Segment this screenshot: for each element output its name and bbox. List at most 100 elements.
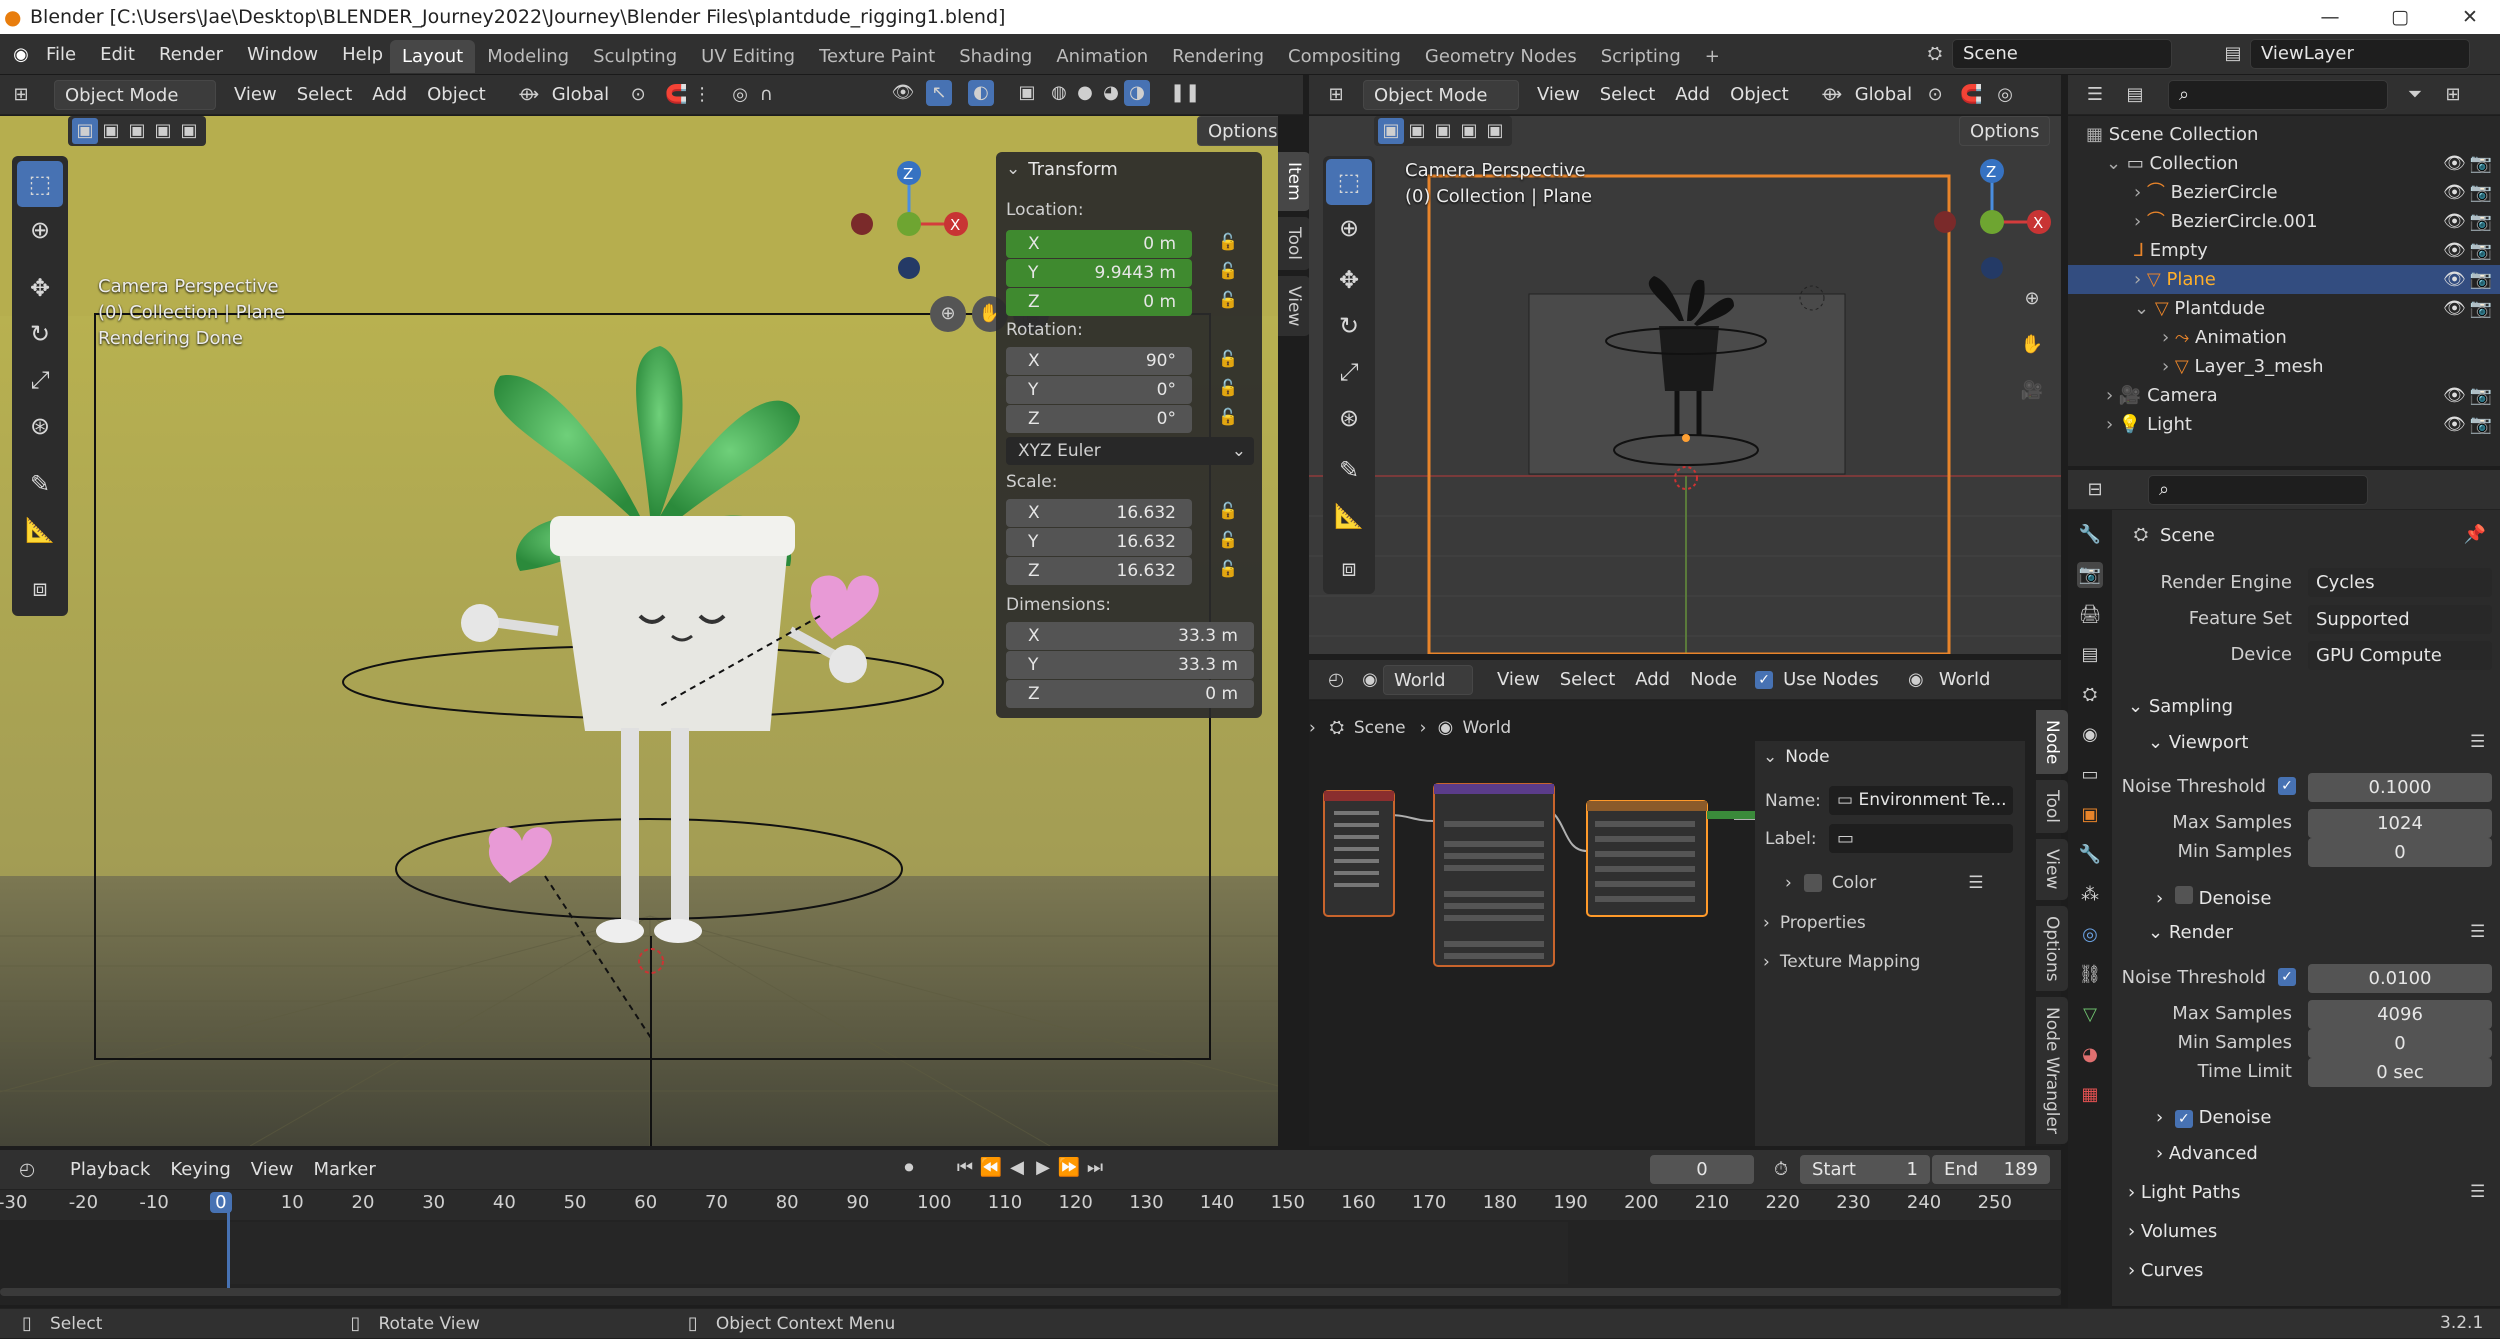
select-invert-icon[interactable]: ▣ — [150, 118, 176, 144]
render-max-samples-field[interactable]: 4096 — [2308, 1000, 2492, 1029]
render-subpanel[interactable]: ⌄ Render — [2148, 922, 2233, 943]
dimensions-x-field[interactable]: X 33.3 m — [1006, 622, 1254, 650]
scale-z-field[interactable]: Z 16.632 — [1006, 557, 1192, 585]
location-z-field[interactable]: Z0 m — [1006, 288, 1192, 316]
menu-edit[interactable]: Edit — [88, 34, 147, 75]
editor-type-icon[interactable]: ⊞ — [1323, 82, 1349, 108]
add-cube-tool-icon[interactable]: ⧈ — [17, 565, 63, 611]
scale-tool-icon[interactable]: ⤢ — [17, 357, 63, 403]
render-denoise-subpanel[interactable]: › ✓ Denoise — [2156, 1107, 2271, 1128]
transform-orientation-icon[interactable]: ⟴ — [1819, 82, 1845, 108]
lock-icon[interactable]: 🔓 — [1218, 349, 1238, 371]
editor-type-icon[interactable]: ◴ — [14, 1157, 40, 1183]
menu-view[interactable]: View — [224, 80, 287, 110]
lock-icon[interactable]: 🔓 — [1218, 232, 1238, 254]
list-icon[interactable]: ☰ — [1968, 873, 1983, 893]
use-nodes-checkbox[interactable]: ✓ — [1755, 671, 1774, 689]
render-engine-dropdown[interactable]: Cycles — [2308, 568, 2492, 597]
properties-panel[interactable]: Properties — [1780, 913, 1866, 933]
world-type-icon[interactable]: ◉ — [1357, 667, 1383, 693]
play-reverse-icon[interactable]: ◀ — [1004, 1155, 1030, 1181]
transform-orientation-icon[interactable]: ⟴ — [516, 82, 542, 108]
visibility-icon[interactable]: 👁 — [2443, 236, 2466, 265]
menu-select[interactable]: Select — [1550, 665, 1626, 695]
advanced-subpanel[interactable]: › Advanced — [2156, 1143, 2258, 1164]
outliner-row[interactable]: ⌄ ▭ Collection 👁 📷 — [2068, 149, 2500, 178]
outliner-search-input[interactable]: ⌕ — [2168, 80, 2388, 110]
menu-select[interactable]: Select — [1590, 80, 1666, 110]
side-tab-node[interactable]: Node — [2036, 710, 2068, 775]
outliner-row[interactable]: › 🎥 Camera 👁 📷 — [2068, 381, 2500, 410]
side-tab-options[interactable]: Options — [2036, 905, 2068, 992]
select-subtract-icon[interactable]: ▣ — [1430, 118, 1456, 144]
new-collection-icon[interactable]: ⊞ — [2440, 82, 2466, 108]
next-keyframe-icon[interactable]: ⏩ — [1056, 1155, 1082, 1181]
outliner-row[interactable]: › ⤳ Animation — [2068, 323, 2500, 352]
outliner-row[interactable]: › ⌒ BezierCircle 👁 📷 — [2068, 178, 2500, 207]
transform-tool-icon[interactable]: ⊛ — [17, 403, 63, 449]
expand-icon[interactable]: ⌄ — [2106, 153, 2127, 174]
location-y-field[interactable]: Y 9.9443 m — [1006, 259, 1192, 287]
viewport-noise-checkbox[interactable]: ✓ — [2278, 777, 2296, 795]
scene-tab-icon[interactable]: ⛭ — [2077, 682, 2103, 708]
outliner-row[interactable]: › ▽ Layer_3_mesh — [2068, 352, 2500, 381]
scale-tool-icon[interactable]: ⤢ — [1326, 349, 1372, 395]
lock-icon[interactable]: 🔓 — [1218, 261, 1238, 283]
pan-icon[interactable]: ✋ — [2015, 328, 2049, 362]
menu-add[interactable]: Add — [362, 80, 417, 110]
render-visibility-icon[interactable]: 📷 — [2470, 178, 2492, 207]
playhead-line[interactable] — [227, 1206, 230, 1296]
expand-icon[interactable]: › — [2134, 211, 2147, 232]
menu-object[interactable]: Object — [417, 80, 496, 110]
time-limit-field[interactable]: 0 sec — [2308, 1058, 2492, 1087]
side-tab-item[interactable]: Item — [1278, 152, 1310, 211]
view-layer-icon[interactable]: ▤ — [2220, 41, 2246, 67]
camera-view-icon[interactable]: 🎥 — [2015, 374, 2049, 408]
rotate-tool-icon[interactable]: ↻ — [1326, 303, 1372, 349]
cursor-tool-icon[interactable]: ⊕ — [17, 207, 63, 253]
dimensions-y-field[interactable]: Y 33.3 m — [1006, 651, 1254, 679]
orientation-dropdown[interactable]: Global — [542, 80, 619, 110]
outliner-row[interactable]: › ⌒ BezierCircle.001 👁 📷 — [2068, 207, 2500, 236]
editor-type-icon[interactable]: ⊞ — [8, 82, 34, 108]
end-frame-field[interactable]: End 189 — [1932, 1155, 2050, 1184]
outliner-row[interactable]: › ▽ Plane 👁 📷 — [2068, 265, 2500, 294]
location-x-field[interactable]: X0 m — [1006, 230, 1192, 258]
options-dropdown[interactable]: Options — [1959, 116, 2051, 146]
select-subtract-icon[interactable]: ▣ — [124, 118, 150, 144]
overlay-toggle-icon[interactable]: ◐ — [968, 80, 994, 106]
expand-icon[interactable]: › — [2134, 182, 2147, 203]
curves-panel[interactable]: › Curves — [2128, 1260, 2203, 1281]
menu-view[interactable]: View — [1487, 665, 1550, 695]
volumes-panel[interactable]: › Volumes — [2128, 1221, 2217, 1242]
node-label-field[interactable]: ▭ — [1829, 824, 2013, 853]
collection-tab-icon[interactable]: ▭ — [2077, 762, 2103, 788]
dimensions-z-field[interactable]: Z0 m — [1006, 680, 1254, 708]
shading-wireframe-icon[interactable]: ◍ — [1046, 80, 1072, 106]
visibility-icon[interactable]: 👁 — [2443, 410, 2466, 439]
outliner-row[interactable]: ⅃ Empty 👁 📷 — [2068, 236, 2500, 265]
menu-playback[interactable]: Playback — [60, 1155, 160, 1185]
start-frame-field[interactable]: Start 1 — [1800, 1155, 1930, 1184]
visibility-icon[interactable]: 👁 — [890, 80, 916, 106]
menu-add[interactable]: Add — [1625, 665, 1680, 695]
node-editor[interactable]: › ⛭ Scene › ◉ World ⌄ Node Name: ▭ Envir… — [1309, 701, 2061, 1146]
add-cube-tool-icon[interactable]: ⧈ — [1326, 545, 1372, 591]
feature-set-dropdown[interactable]: Supported — [2308, 605, 2492, 634]
lock-icon[interactable]: 🔓 — [1218, 530, 1238, 552]
gizmo-toggle-icon[interactable]: ↖ — [926, 80, 952, 106]
tab-layout[interactable]: Layout — [390, 40, 476, 73]
view-layer-selector[interactable]: ViewLayer — [2250, 39, 2470, 69]
menu-view[interactable]: View — [241, 1155, 304, 1185]
annotate-tool-icon[interactable]: ✎ — [17, 461, 63, 507]
menu-keying[interactable]: Keying — [160, 1155, 240, 1185]
sampling-panel[interactable]: ⌄ Sampling — [2128, 696, 2233, 717]
tab-texture-paint[interactable]: Texture Paint — [807, 40, 947, 73]
world-datablock[interactable]: World — [1929, 665, 2001, 695]
world-datablock-icon[interactable]: ◉ — [1903, 667, 1929, 693]
tab-modeling[interactable]: Modeling — [475, 40, 581, 73]
side-tab-tool[interactable]: Tool — [1278, 216, 1310, 270]
blender-menu-icon[interactable]: ◉ — [8, 42, 34, 68]
move-tool-icon[interactable]: ✥ — [1326, 257, 1372, 303]
viewport-noise-threshold-field[interactable]: 0.1000 — [2308, 773, 2492, 802]
